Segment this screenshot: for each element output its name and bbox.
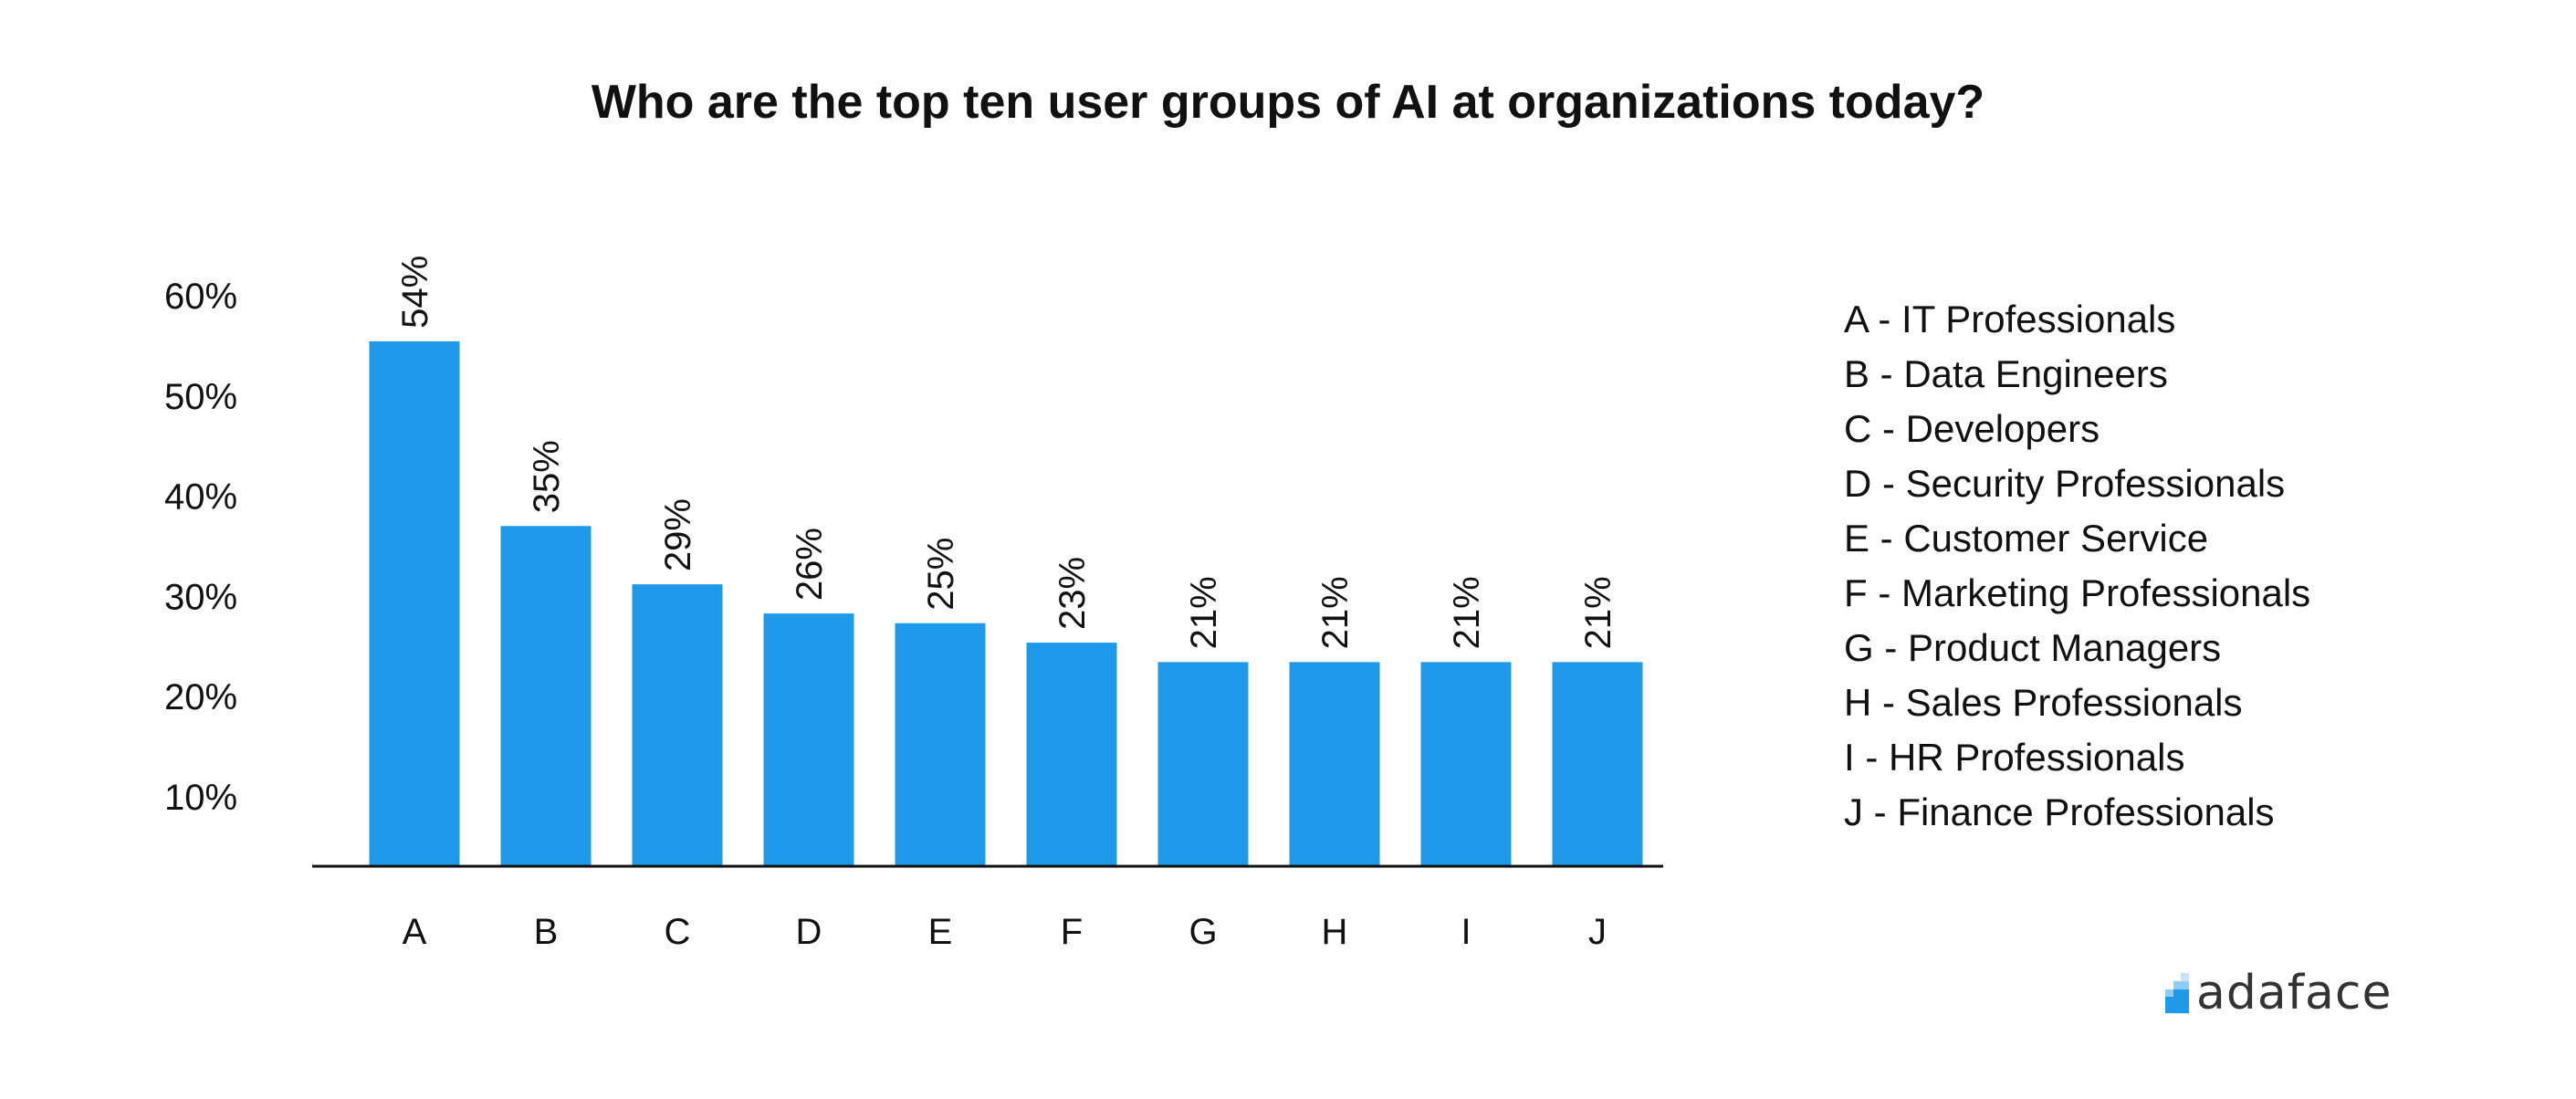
- legend-item: J - Finance Professionals: [1844, 790, 2275, 833]
- value-label: 25%: [921, 538, 961, 611]
- x-tick-label: I: [1461, 912, 1471, 952]
- legend-item: A - IT Professionals: [1844, 298, 2176, 340]
- bar-E: [895, 623, 986, 866]
- value-label: 29%: [658, 498, 698, 571]
- y-tick-label: 40%: [164, 477, 237, 518]
- y-tick-label: 60%: [164, 277, 237, 317]
- adaface-logo: adaface: [2165, 966, 2393, 1020]
- bar-I: [1420, 662, 1512, 866]
- x-tick-label: H: [1322, 912, 1348, 952]
- x-tick-label: D: [796, 912, 822, 952]
- legend-item: G - Product Managers: [1844, 626, 2222, 669]
- legend-item: I - HR Professionals: [1844, 736, 2185, 779]
- x-tick-label: B: [534, 912, 559, 952]
- bar-F: [1026, 643, 1117, 866]
- value-label: 54%: [395, 256, 435, 329]
- value-label: 21%: [1447, 576, 1487, 649]
- bar-A: [369, 340, 460, 866]
- y-tick-label: 10%: [164, 778, 237, 818]
- x-tick-label: J: [1588, 912, 1607, 952]
- bar-B: [500, 526, 592, 866]
- value-label: 23%: [1052, 557, 1093, 630]
- bar-G: [1157, 662, 1249, 866]
- legend-item: B - Data Engineers: [1844, 352, 2168, 395]
- legend-item: H - Sales Professionals: [1844, 681, 2243, 724]
- value-label: 21%: [1578, 576, 1618, 649]
- bar-D: [763, 613, 854, 866]
- adaface-logo-icon: [2165, 973, 2189, 1013]
- y-tick-label: 30%: [164, 577, 237, 617]
- bar-J: [1552, 662, 1643, 866]
- adaface-logo-text: adaface: [2196, 966, 2393, 1020]
- x-tick-label: A: [403, 912, 427, 952]
- bar-chart: 10% 20% 30% 40% 50% 60% 54% A 35% B 29% C 26% D 25% E 23…: [164, 256, 1663, 952]
- value-label: 35%: [527, 440, 567, 513]
- x-tick-label: F: [1061, 912, 1083, 952]
- value-label: 21%: [1184, 576, 1224, 649]
- x-tick-label: E: [928, 912, 953, 952]
- legend-item: F - Marketing Professionals: [1844, 571, 2311, 614]
- y-tick-label: 50%: [164, 377, 237, 417]
- x-tick-label: C: [665, 912, 691, 952]
- legend-item: C - Developers: [1844, 407, 2100, 450]
- value-label: 26%: [790, 528, 830, 601]
- legend-item: E - Customer Service: [1844, 517, 2209, 560]
- legend: A - IT Professionals B - Data Engineers C …: [1844, 292, 2310, 840]
- bar-C: [632, 584, 723, 866]
- y-tick-label: 20%: [164, 677, 237, 717]
- bar-H: [1289, 662, 1380, 866]
- legend-item: D - Security Professionals: [1844, 462, 2286, 505]
- x-tick-label: G: [1189, 912, 1217, 952]
- value-label: 21%: [1315, 576, 1356, 649]
